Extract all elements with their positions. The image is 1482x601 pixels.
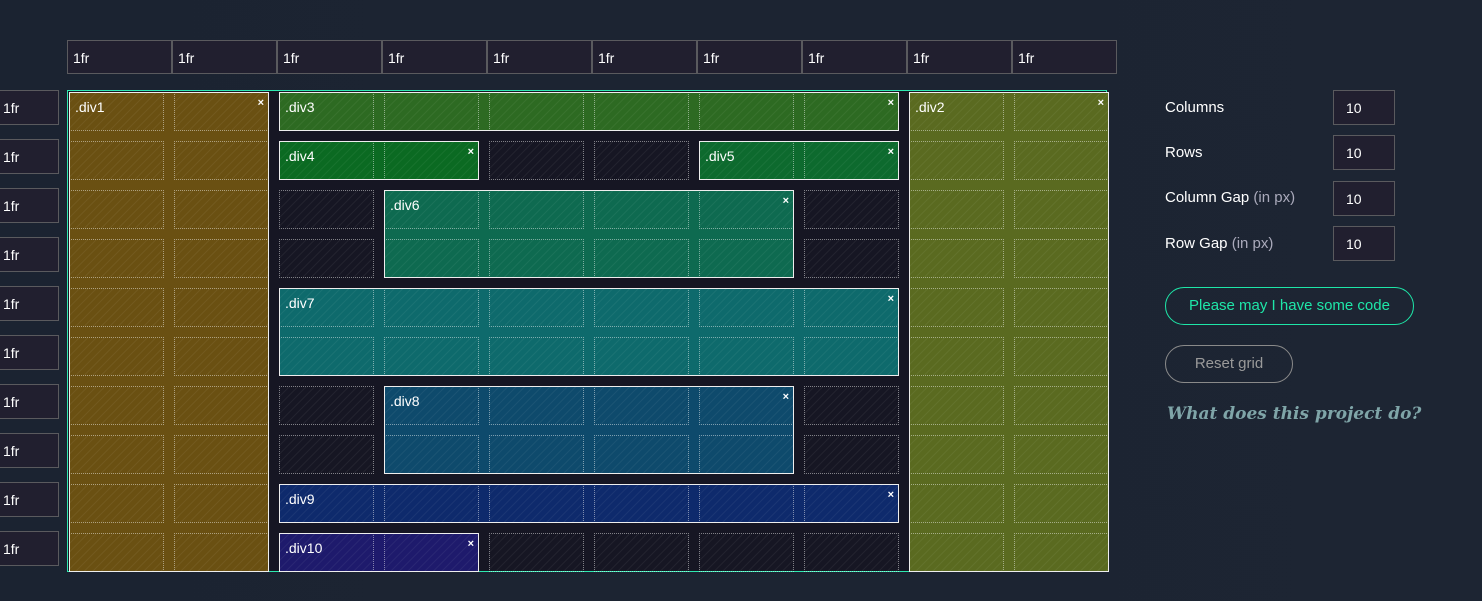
- grid-item[interactable]: .div2 ×: [909, 92, 1109, 572]
- grid-cell[interactable]: [279, 386, 374, 425]
- column-size-input[interactable]: 1fr: [67, 40, 172, 74]
- grid-cell[interactable]: [489, 141, 584, 180]
- close-icon[interactable]: ×: [783, 195, 789, 207]
- grid-cell[interactable]: [804, 435, 899, 474]
- row-gap-label: Row Gap (in px): [1165, 235, 1273, 252]
- column-size-input[interactable]: 1fr: [277, 40, 382, 74]
- close-icon[interactable]: ×: [468, 146, 474, 158]
- grid-item-label: .div3: [285, 99, 315, 115]
- column-size-input[interactable]: 1fr: [697, 40, 802, 74]
- grid-item-label: .div6: [390, 197, 420, 213]
- column-gap-text: Column Gap: [1165, 189, 1250, 206]
- column-size-input[interactable]: 1fr: [1012, 40, 1117, 74]
- grid-cell[interactable]: [594, 141, 689, 180]
- close-icon[interactable]: ×: [783, 391, 789, 403]
- grid-item[interactable]: .div1 ×: [69, 92, 269, 572]
- rows-label: Rows: [1165, 144, 1203, 161]
- get-code-button[interactable]: Please may I have some code: [1165, 287, 1414, 325]
- grid-cell[interactable]: [279, 239, 374, 278]
- grid-item[interactable]: .div9 ×: [279, 484, 899, 523]
- column-size-input[interactable]: 1fr: [487, 40, 592, 74]
- grid-item[interactable]: .div3 ×: [279, 92, 899, 131]
- column-gap-unit: (in px): [1253, 189, 1296, 206]
- row-gap-text: Row Gap: [1165, 235, 1228, 252]
- grid-item-label: .div2: [915, 99, 945, 115]
- column-size-input[interactable]: 1fr: [172, 40, 277, 74]
- row-size-input[interactable]: 1fr: [0, 237, 59, 272]
- row-size-input[interactable]: 1fr: [0, 531, 59, 566]
- grid-cell[interactable]: [594, 533, 689, 572]
- grid-item-label: .div8: [390, 393, 420, 409]
- close-icon[interactable]: ×: [888, 489, 894, 501]
- close-icon[interactable]: ×: [1098, 97, 1104, 109]
- grid-canvas[interactable]: .div1 × .div2 × .div3 × .div4 × .div5 × .div6 × .div…: [67, 90, 1109, 572]
- columns-label: Columns: [1165, 99, 1225, 116]
- columns-input[interactable]: 10: [1333, 90, 1395, 125]
- row-size-input[interactable]: 1fr: [0, 286, 59, 321]
- row-size-input[interactable]: 1fr: [0, 139, 59, 174]
- about-project-link[interactable]: What does this project do?: [1167, 404, 1421, 424]
- close-icon[interactable]: ×: [258, 97, 264, 109]
- column-gap-input[interactable]: 10: [1333, 181, 1395, 216]
- grid-item-label: .div1: [75, 99, 105, 115]
- grid-item-label: .div7: [285, 295, 315, 311]
- column-gap-label: Column Gap (in px): [1165, 189, 1295, 206]
- close-icon[interactable]: ×: [468, 538, 474, 550]
- row-gap-input[interactable]: 10: [1333, 226, 1395, 261]
- grid-item[interactable]: .div6 ×: [384, 190, 794, 278]
- column-size-input[interactable]: 1fr: [907, 40, 1012, 74]
- grid-item-label: .div5: [705, 148, 735, 164]
- rows-input[interactable]: 10: [1333, 135, 1395, 170]
- grid-cell[interactable]: [804, 239, 899, 278]
- close-icon[interactable]: ×: [888, 97, 894, 109]
- grid-cell[interactable]: [489, 533, 584, 572]
- grid-cell[interactable]: [699, 533, 794, 572]
- column-size-input[interactable]: 1fr: [802, 40, 907, 74]
- grid-item-label: .div4: [285, 148, 315, 164]
- reset-grid-button[interactable]: Reset grid: [1165, 345, 1293, 383]
- grid-cell[interactable]: [804, 190, 899, 229]
- grid-cell[interactable]: [279, 190, 374, 229]
- column-size-input[interactable]: 1fr: [382, 40, 487, 74]
- row-size-input[interactable]: 1fr: [0, 384, 59, 419]
- grid-cell[interactable]: [804, 386, 899, 425]
- row-gap-unit: (in px): [1231, 235, 1274, 252]
- row-size-input[interactable]: 1fr: [0, 90, 59, 125]
- grid-item[interactable]: .div8 ×: [384, 386, 794, 474]
- row-size-input[interactable]: 1fr: [0, 335, 59, 370]
- grid-item-label: .div10: [285, 540, 323, 556]
- grid-item[interactable]: .div5 ×: [699, 141, 899, 180]
- close-icon[interactable]: ×: [888, 293, 894, 305]
- row-size-input[interactable]: 1fr: [0, 482, 59, 517]
- close-icon[interactable]: ×: [888, 146, 894, 158]
- grid-item[interactable]: .div4 ×: [279, 141, 479, 180]
- row-size-input[interactable]: 1fr: [0, 188, 59, 223]
- column-size-input[interactable]: 1fr: [592, 40, 697, 74]
- row-size-input[interactable]: 1fr: [0, 433, 59, 468]
- grid-item-label: .div9: [285, 491, 315, 507]
- grid-cell[interactable]: [804, 533, 899, 572]
- grid-item[interactable]: .div10 ×: [279, 533, 479, 572]
- grid-item[interactable]: .div7 ×: [279, 288, 899, 376]
- grid-cell[interactable]: [279, 435, 374, 474]
